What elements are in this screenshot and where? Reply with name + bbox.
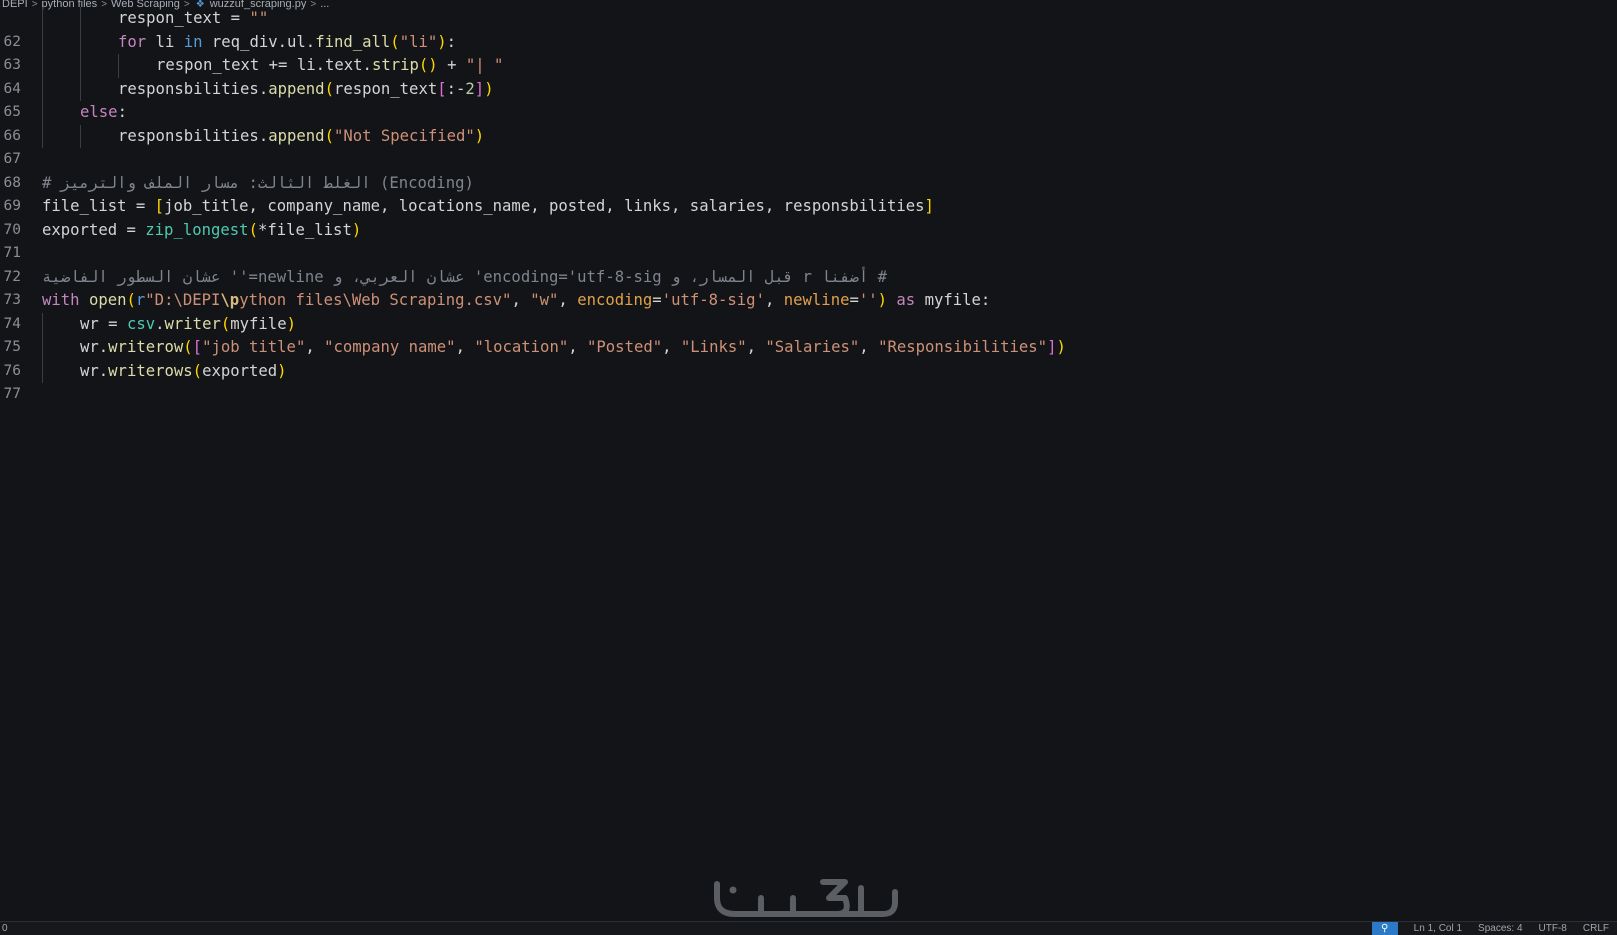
- code-text: exported = zip_longest(*file_list): [42, 220, 362, 239]
- indent-guide: [42, 359, 43, 383]
- indent-guide: [42, 30, 43, 54]
- cursor-position[interactable]: Ln 1, Col 1: [1414, 923, 1462, 934]
- code-text: wr.writerows(exported): [80, 361, 287, 380]
- comment: # أضفنا r قبل المسار، و encoding='utf-8-…: [42, 267, 887, 286]
- indent-guide: [42, 7, 43, 31]
- code-line[interactable]: 74 with open(r"D:\DEPI\python files\Web …: [0, 289, 1617, 332]
- code-text: else:: [80, 103, 127, 121]
- code-line[interactable]: 76 wr.writerow(["job title", "company na…: [0, 336, 1617, 379]
- indent-guide: [42, 54, 43, 78]
- indent-guide: [42, 336, 43, 360]
- comment: # الغلط الثالث: مسار الملف والترميز (Enc…: [42, 173, 474, 192]
- code-line[interactable]: 67 responsbilities.append("Not Specified…: [0, 124, 1617, 167]
- line-ending[interactable]: CRLF: [1583, 923, 1609, 934]
- indent-guide: [80, 124, 81, 148]
- code-line[interactable]: 73 # أضفنا r قبل المسار، و encoding='utf…: [0, 266, 1617, 309]
- code-line[interactable]: 65 responsbilities.append(respon_text[:-…: [0, 77, 1617, 120]
- code-editor[interactable]: 62 respon_text = "" 63 for li in req_div…: [0, 7, 1617, 402]
- indent-guide: [42, 77, 43, 101]
- code-text: file_list = [job_title, company_name, lo…: [42, 197, 934, 215]
- code-text: respon_text += li.text.strip() + "| ": [156, 56, 504, 74]
- line-number: 77: [3, 386, 21, 402]
- indent-guide: [118, 54, 119, 78]
- indent-guide: [80, 30, 81, 54]
- code-line[interactable]: 72: [0, 242, 1617, 285]
- code-line[interactable]: 64 respon_text += li.text.strip() + "| ": [0, 54, 1617, 97]
- code-line[interactable]: 68: [0, 148, 1617, 191]
- code-text: with open(r"D:\DEPI\python files\Web Scr…: [42, 291, 991, 309]
- problems-count[interactable]: 0: [2, 923, 8, 934]
- status-bar: 0 ⚲ Ln 1, Col 1 Spaces: 4 UTF-8 CRLF: [0, 921, 1617, 935]
- indent-guide: [42, 101, 43, 125]
- file-encoding[interactable]: UTF-8: [1539, 923, 1567, 934]
- code-line[interactable]: 66 else:: [0, 101, 1617, 144]
- indentation-setting[interactable]: Spaces: 4: [1478, 923, 1522, 934]
- khamsat-logo: [714, 879, 898, 917]
- code-text: responsbilities.append(respon_text[:-2]): [118, 79, 494, 98]
- indent-guide: [80, 7, 81, 31]
- indent-guide: [42, 312, 43, 336]
- code-text: for li in req_div.ul.find_all("li"):: [118, 32, 457, 51]
- indent-guide: [42, 124, 43, 148]
- code-text: responsbilities.append("Not Specified"): [118, 126, 485, 145]
- zoom-icon[interactable]: ⚲: [1371, 922, 1398, 935]
- indent-guide: [80, 77, 81, 101]
- code-text: wr = csv.writer(myfile): [80, 314, 296, 333]
- indent-guide: [80, 54, 81, 78]
- code-text: respon_text = "": [118, 9, 269, 27]
- code-line[interactable]: 71 exported = zip_longest(*file_list): [0, 219, 1617, 262]
- code-line[interactable]: 70 file_list = [job_title, company_name,…: [0, 195, 1617, 238]
- code-line[interactable]: 75 wr = csv.writer(myfile): [0, 312, 1617, 355]
- code-line[interactable]: 63 for li in req_div.ul.find_all("li"):: [0, 30, 1617, 73]
- code-text: wr.writerow(["job title", "company name"…: [80, 338, 1066, 356]
- code-line[interactable]: 62 respon_text = "": [0, 7, 1617, 50]
- code-line[interactable]: 69 # الغلط الثالث: مسار الملف والترميز (…: [0, 172, 1617, 215]
- code-line[interactable]: 77 wr.writerows(exported): [0, 359, 1617, 402]
